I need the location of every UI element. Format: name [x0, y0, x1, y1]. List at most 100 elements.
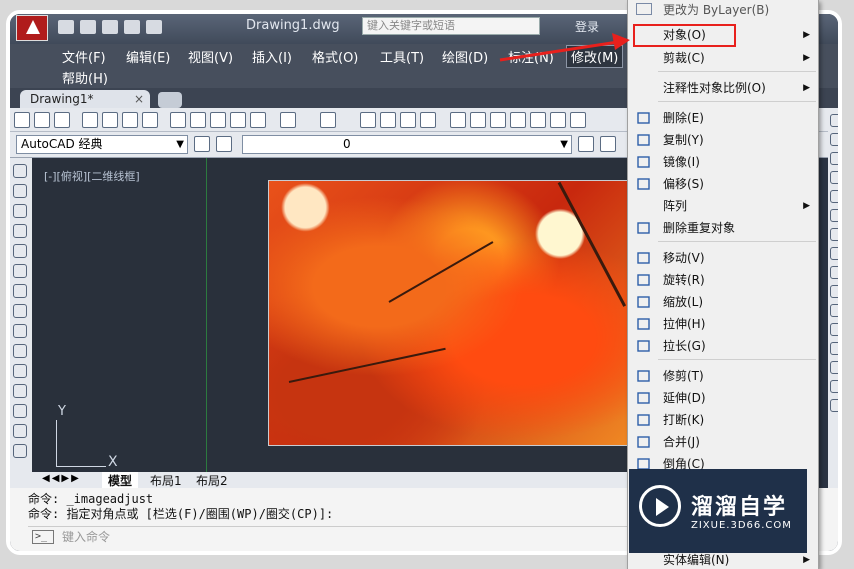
menu-item[interactable]: 注释性对象比例(O) ▶ — [628, 77, 818, 99]
block-editor-icon[interactable] — [250, 112, 266, 128]
circle-icon[interactable] — [13, 284, 27, 298]
make-current-layer-icon[interactable] — [578, 136, 594, 152]
menu-item[interactable]: 缩放(L) — [628, 291, 818, 313]
command-prompt-icon[interactable]: >_ — [32, 530, 54, 544]
save-as-icon[interactable] — [124, 20, 140, 34]
sheet-set-icon[interactable] — [510, 112, 526, 128]
construction-line-icon[interactable] — [13, 184, 27, 198]
menu-item[interactable]: 删除重复对象 — [628, 217, 818, 239]
layer-select[interactable]: 0 ▼ — [242, 135, 572, 154]
match-properties-icon[interactable] — [230, 112, 246, 128]
menu-item[interactable]: 对象(O) ▶ — [628, 24, 818, 46]
extend-icon[interactable] — [830, 304, 838, 317]
move-icon[interactable] — [830, 209, 838, 222]
menu-item-change-to-bylayer[interactable]: 更改为 ByLayer(B) — [628, 3, 818, 17]
point-icon[interactable] — [13, 424, 27, 438]
new-icon[interactable] — [58, 20, 74, 34]
print-icon[interactable] — [146, 20, 162, 34]
properties-icon[interactable] — [450, 112, 466, 128]
undo-icon[interactable] — [280, 112, 296, 128]
menu-view[interactable]: 视图(V) — [188, 47, 233, 66]
publish-icon[interactable] — [122, 112, 138, 128]
design-center-icon[interactable] — [470, 112, 486, 128]
zoom-realtime-icon[interactable] — [380, 112, 396, 128]
menu-item[interactable]: 剪裁(C) ▶ — [628, 47, 818, 69]
new-icon[interactable] — [14, 112, 30, 128]
drawing-canvas[interactable]: [-][俯视][二维线框] Y X — [32, 158, 634, 472]
tab-model[interactable]: 模型 — [102, 472, 139, 489]
login-link[interactable]: 登录 — [575, 18, 599, 35]
menu-edit[interactable]: 编辑(E) — [126, 47, 170, 66]
make-block-icon[interactable] — [13, 404, 27, 418]
fillet-icon[interactable] — [830, 380, 838, 393]
ellipse-arc-icon[interactable] — [13, 364, 27, 378]
array-icon[interactable] — [830, 190, 838, 203]
zoom-previous-icon[interactable] — [420, 112, 436, 128]
menu-item[interactable]: 删除(E) — [628, 107, 818, 129]
command-input[interactable]: >_ 键入命令 — [28, 526, 628, 546]
cut-icon[interactable] — [170, 112, 186, 128]
line-icon[interactable] — [13, 164, 27, 178]
offset-icon[interactable] — [830, 171, 838, 184]
workspace-select[interactable]: AutoCAD 经典 ▼ — [16, 135, 188, 154]
viewport-controls[interactable]: [-][俯视][二维线框] — [44, 168, 140, 184]
save-icon[interactable] — [54, 112, 70, 128]
search-input[interactable]: 键入关键字或短语 — [362, 17, 540, 35]
mirror-icon[interactable] — [830, 152, 838, 165]
menu-item[interactable]: 拉长(G) — [628, 335, 818, 357]
polygon-icon[interactable] — [13, 224, 27, 238]
menu-item[interactable]: 移动(V) — [628, 247, 818, 269]
new-tab-button[interactable] — [158, 92, 182, 108]
break-icon[interactable] — [830, 323, 838, 336]
redo-icon[interactable] — [320, 112, 336, 128]
menu-help[interactable]: 帮助(H) — [62, 68, 108, 87]
arc-icon[interactable] — [13, 264, 27, 278]
menu-item[interactable]: 偏移(S) — [628, 173, 818, 195]
workspace-settings-icon[interactable] — [194, 136, 210, 152]
menu-tools[interactable]: 工具(T) — [380, 47, 424, 66]
rectangle-icon[interactable] — [13, 244, 27, 258]
menu-item[interactable]: 修剪(T) — [628, 365, 818, 387]
raster-image[interactable] — [268, 180, 634, 446]
layout-nav-arrows[interactable]: ◀◀▶▶ — [42, 473, 81, 484]
copy-icon[interactable] — [190, 112, 206, 128]
save-icon[interactable] — [102, 20, 118, 34]
menu-dimension[interactable]: 标注(N) — [508, 47, 554, 66]
print-icon[interactable] — [82, 112, 98, 128]
menu-insert[interactable]: 插入(I) — [252, 47, 292, 66]
markup-icon[interactable] — [530, 112, 546, 128]
calculator-icon[interactable] — [550, 112, 566, 128]
tab-layout1[interactable]: 布局1 — [144, 472, 188, 489]
tab-layout2[interactable]: 布局2 — [190, 472, 234, 489]
3d-print-icon[interactable] — [142, 112, 158, 128]
menu-item[interactable]: 镜像(I) — [628, 151, 818, 173]
pan-icon[interactable] — [360, 112, 376, 128]
open-icon[interactable] — [34, 112, 50, 128]
menu-item[interactable]: 延伸(D) — [628, 387, 818, 409]
menu-format[interactable]: 格式(O) — [312, 47, 358, 66]
rotate-icon[interactable] — [830, 228, 838, 241]
menu-item[interactable]: 打断(K) — [628, 409, 818, 431]
menu-file[interactable]: 文件(F) — [62, 47, 106, 66]
trim-icon[interactable] — [830, 285, 838, 298]
chamfer-icon[interactable] — [830, 361, 838, 374]
scale-icon[interactable] — [830, 247, 838, 260]
join-icon[interactable] — [830, 342, 838, 355]
menu-item[interactable]: 拉伸(H) — [628, 313, 818, 335]
layer-previous-icon[interactable] — [600, 136, 616, 152]
tab-drawing1[interactable]: Drawing1* × — [20, 90, 150, 108]
ellipse-icon[interactable] — [13, 344, 27, 358]
hatch-icon[interactable] — [13, 444, 27, 458]
explode-icon[interactable] — [830, 399, 838, 412]
tool-palettes-icon[interactable] — [490, 112, 506, 128]
close-icon[interactable]: × — [134, 90, 144, 108]
app-menu-button[interactable] — [16, 15, 48, 41]
menu-item[interactable]: 合并(J) — [628, 431, 818, 453]
insert-block-icon[interactable] — [13, 384, 27, 398]
erase-icon[interactable] — [830, 114, 838, 127]
spline-icon[interactable] — [13, 324, 27, 338]
help-icon[interactable] — [570, 112, 586, 128]
menu-item[interactable]: 旋转(R) — [628, 269, 818, 291]
menu-item[interactable]: 复制(Y) — [628, 129, 818, 151]
layer-manager-icon[interactable] — [216, 136, 232, 152]
